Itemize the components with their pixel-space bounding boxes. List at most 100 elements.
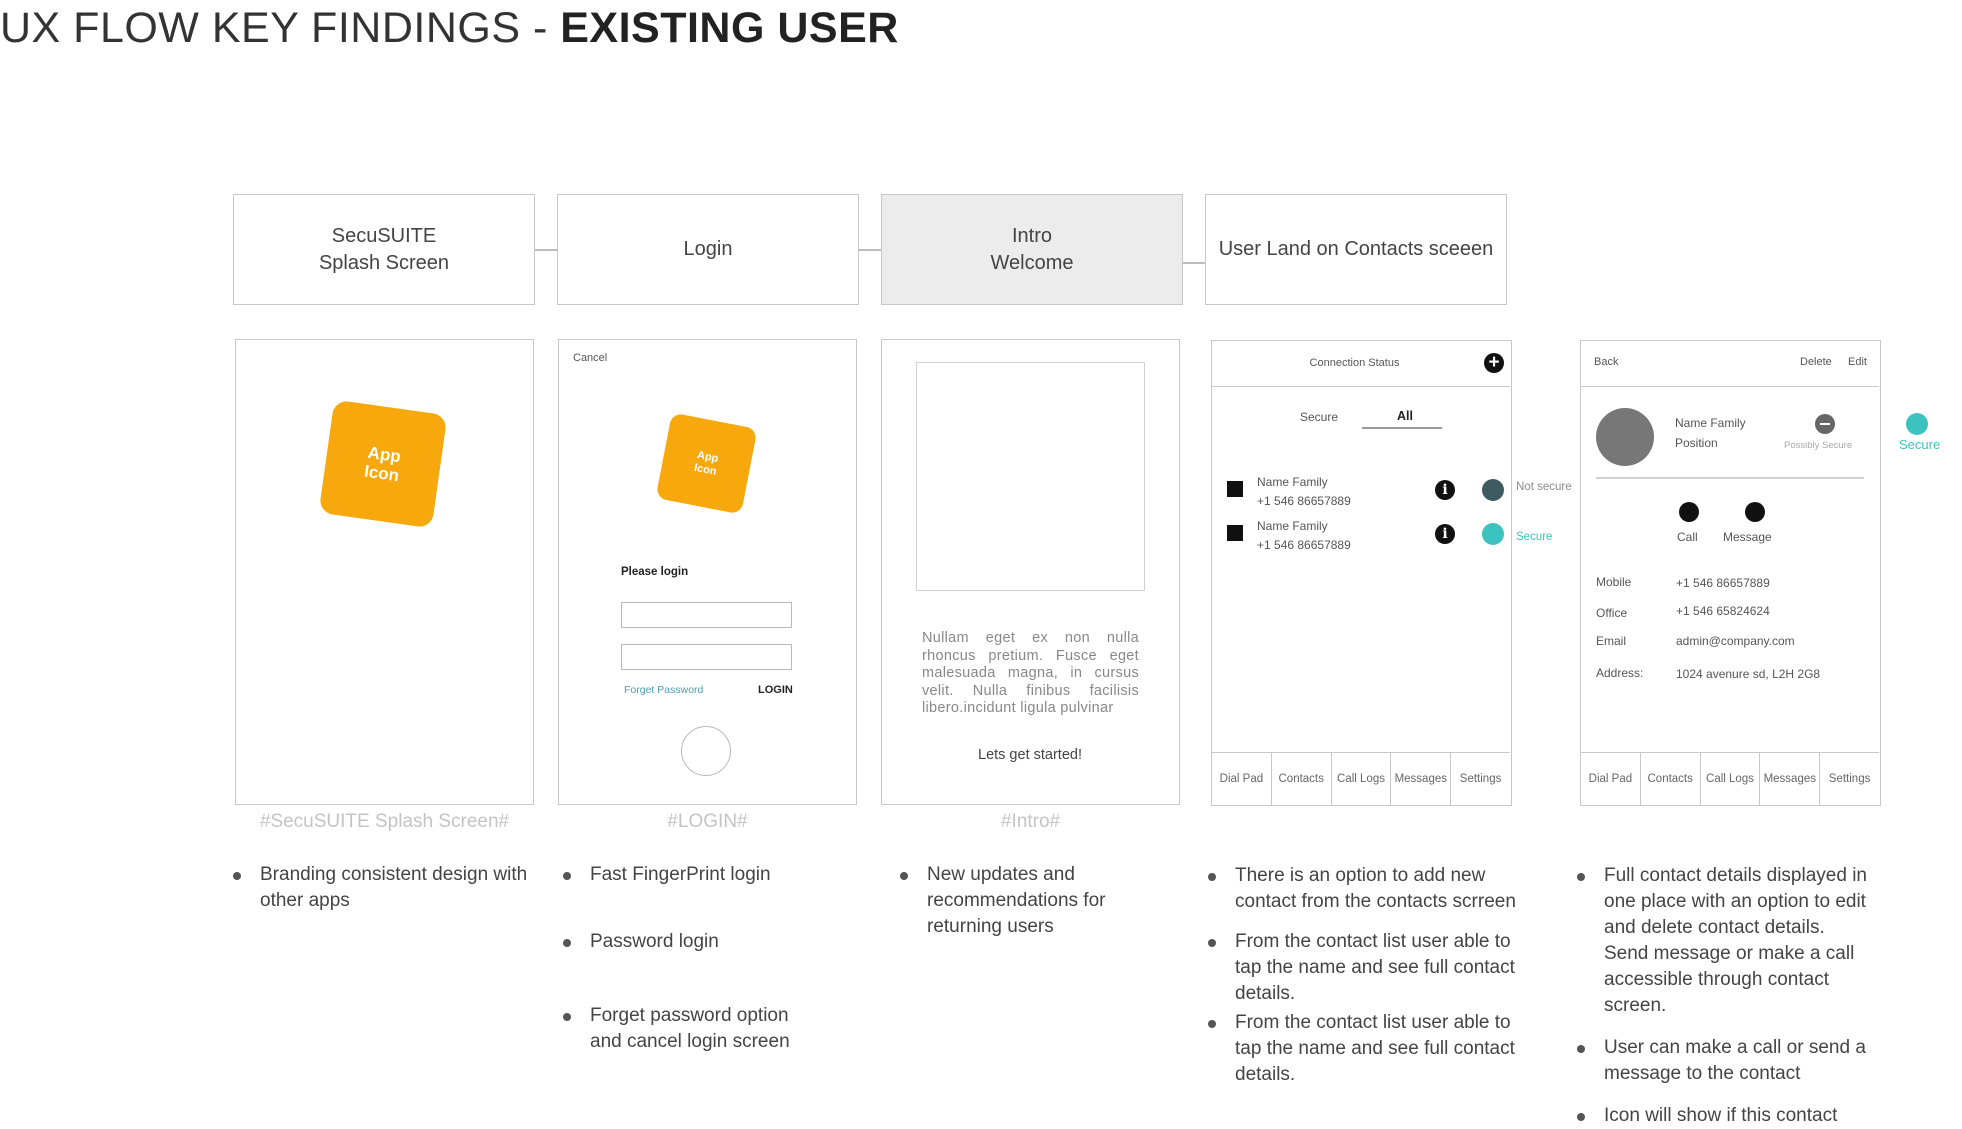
field-value-address: 1024 avenure sd, L2H 2G8 [1676,667,1821,681]
finding-item: Icon will show if this contact [1577,1103,1867,1129]
app-icon: App Icon [655,412,758,515]
divider [1596,477,1864,479]
username-field[interactable] [621,602,792,628]
finding-item: From the contact list user able to tap t… [1208,929,1526,1007]
message-icon[interactable] [1745,502,1765,522]
flow-step-splash: SecuSUITE Splash Screen [233,194,535,305]
contacts-screen-mockup: Connection Status + Secure All Name Fami… [1211,340,1512,806]
edit-link[interactable]: Edit [1848,356,1867,368]
finding-item: User can make a call or send a message t… [1577,1035,1867,1087]
flow-step-login: Login [557,194,859,305]
tab-underline [1362,427,1442,429]
contact-details-screen-mockup: Back Delete Edit Name Family Position Po… [1580,340,1881,806]
page-title-bold: EXISTING USER [560,4,899,52]
login-caption: #LOGIN# [667,811,748,832]
splash-screen-mockup: App Icon [235,339,534,805]
tab-contacts[interactable]: Contacts [1272,753,1332,805]
field-value-email: admin@company.com [1676,634,1795,648]
info-icon[interactable]: i [1435,480,1455,500]
secure-status-icon [1906,413,1928,435]
finding-item: Branding consistent design with other ap… [233,862,538,914]
back-link[interactable]: Back [1594,356,1618,368]
finding-item: New updates and recommendations for retu… [900,862,1110,940]
intro-caption: #Intro# [1000,811,1061,832]
intro-screen-mockup: Nullam eget ex non nulla rhoncus pretium… [881,339,1180,805]
intro-image-placeholder [916,362,1145,591]
forget-password-link[interactable]: Forget Password [624,684,703,696]
add-contact-icon[interactable]: + [1484,353,1504,373]
delete-link[interactable]: Delete [1800,356,1832,368]
contact-name[interactable]: Name Family [1257,519,1328,533]
cancel-link[interactable]: Cancel [573,352,607,364]
page-title-prefix: UX FLOW KEY FINDINGS - [0,4,561,52]
tab-contacts[interactable]: Contacts [1641,753,1701,805]
finding-item: Fast FingerPrint login [563,862,803,888]
message-label[interactable]: Message [1723,530,1772,544]
finding-item: Full contact details displayed in one pl… [1577,863,1867,1019]
tab-settings[interactable]: Settings [1820,753,1879,805]
field-label-mobile: Mobile [1596,575,1632,589]
not-secure-status-icon [1482,479,1504,501]
possibly-secure-icon [1815,414,1835,434]
flow-connector [859,249,881,251]
info-icon[interactable]: i [1435,524,1455,544]
tab-messages[interactable]: Messages [1391,753,1452,805]
connection-status-title: Connection Status [1309,357,1400,369]
tab-dial-pad[interactable]: Dial Pad [1212,753,1272,805]
field-label-address: Address: [1596,666,1644,680]
splash-caption: #SecuSUITE Splash Screen# [259,811,510,832]
tab-all[interactable]: All [1397,409,1413,423]
tab-call-logs[interactable]: Call Logs [1332,753,1392,805]
tab-messages[interactable]: Messages [1760,753,1821,805]
field-label-email: Email [1596,634,1627,648]
tab-settings[interactable]: Settings [1451,753,1510,805]
contact-checkbox[interactable] [1227,525,1243,541]
contact-position: Position [1675,436,1718,450]
finding-item: Password login [563,929,803,955]
bottom-tab-bar: Dial Pad Contacts Call Logs Messages Set… [1581,752,1879,805]
contact-phone: +1 546 86657889 [1257,494,1351,508]
finding-item: Forget password option and cancel login … [563,1003,803,1055]
findings-intro: New updates and recommendations for retu… [900,862,1110,940]
secure-status-icon [1482,523,1504,545]
get-started-button[interactable]: Lets get started! [882,747,1178,763]
finding-item: From the contact list user able to tap t… [1208,1010,1526,1088]
tab-call-logs[interactable]: Call Logs [1701,753,1761,805]
avatar [1596,408,1654,466]
bottom-tab-bar: Dial Pad Contacts Call Logs Messages Set… [1212,752,1510,805]
field-label-office: Office [1596,606,1628,620]
details-header [1581,341,1879,387]
contact-name[interactable]: Name Family [1257,475,1328,489]
please-login-label: Please login [621,566,689,578]
password-field[interactable] [621,644,792,670]
findings-contacts: There is an option to add new contact fr… [1208,863,1526,1088]
findings-splash: Branding consistent design with other ap… [233,862,538,914]
finding-item: There is an option to add new contact fr… [1208,863,1526,915]
tab-dial-pad[interactable]: Dial Pad [1581,753,1641,805]
flow-step-intro: Intro Welcome [881,194,1183,305]
app-icon: App Icon [318,399,448,529]
field-value-mobile: +1 546 86657889 [1676,576,1770,590]
secure-legend: Secure [1899,437,1941,452]
contact-phone: +1 546 86657889 [1257,538,1351,552]
login-button[interactable]: LOGIN [758,684,793,696]
login-screen-mockup: Cancel App Icon Please login Forget Pass… [558,339,857,805]
page-title: UX FLOW KEY FINDINGS - EXISTING USER [0,4,899,53]
not-secure-legend: Not secure [1516,481,1572,493]
possibly-secure-label: Possibly Secure [1784,440,1853,451]
intro-body-text: Nullam eget ex non nulla rhoncus pretium… [922,630,1139,716]
flow-step-contacts: User Land on Contacts sceeen [1205,194,1507,305]
fingerprint-button[interactable] [681,726,731,776]
call-label[interactable]: Call [1677,530,1698,544]
contact-name: Name Family [1675,416,1746,430]
findings-details: Full contact details displayed in one pl… [1577,863,1867,1129]
field-value-office: +1 546 65824624 [1676,604,1770,618]
tab-secure[interactable]: Secure [1300,410,1338,424]
flow-connector [535,249,557,251]
call-icon[interactable] [1679,502,1699,522]
minus-glyph [1820,423,1830,425]
secure-legend: Secure [1516,531,1553,543]
flow-connector [1183,262,1205,264]
findings-login: Fast FingerPrint login Password login Fo… [563,862,803,1055]
contact-checkbox[interactable] [1227,481,1243,497]
